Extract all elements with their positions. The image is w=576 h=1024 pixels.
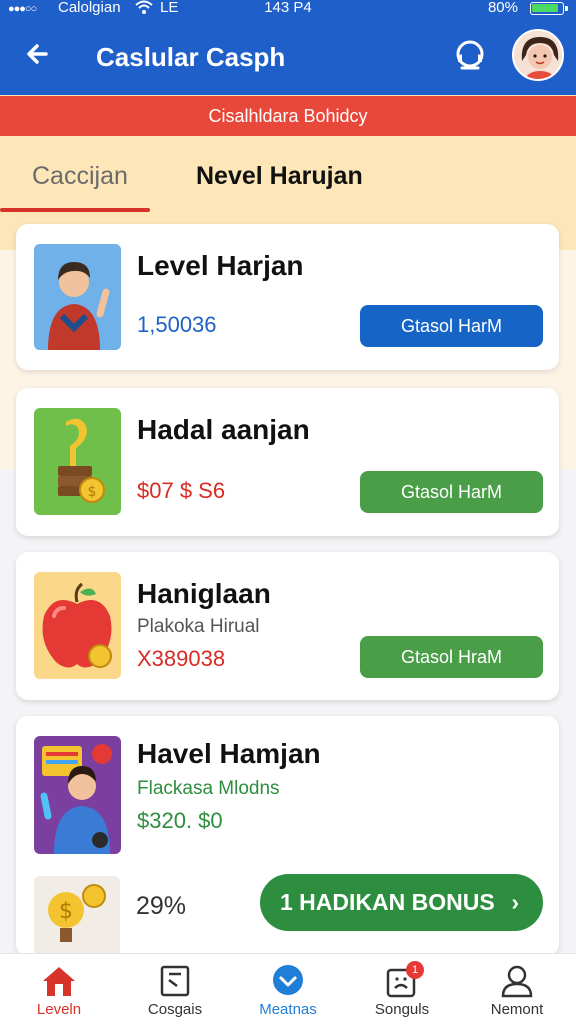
bonus-button-label: 1 HADIKAN BONUS <box>280 889 495 915</box>
card-title: Hadal aanjan <box>137 414 310 445</box>
battery-percent: 80% <box>487 0 518 16</box>
chat-icon <box>273 965 303 995</box>
card-value: $07 $ S6 <box>137 478 226 503</box>
promo-banner[interactable]: Cisalhldara Bohidcy <box>0 96 576 136</box>
page-title: Caslular Casph <box>96 42 286 72</box>
svg-text:$: $ <box>59 899 73 924</box>
card-value: X389038 <box>137 646 226 671</box>
nav-item-notifications[interactable]: 1 Songuls <box>354 954 450 1024</box>
list-item[interactable]: Level Harjan 1,50036 Gtasol HarM <box>16 224 559 370</box>
list-item[interactable]: $ Hadal aanjan $07 $ S6 Gtasol HarM <box>16 388 559 536</box>
bonus-percent: 29% <box>136 892 187 920</box>
nav-label: Cosgais <box>147 1001 203 1018</box>
chevron-right-icon: › <box>511 889 519 915</box>
tab-second[interactable]: Nevel Harujan <box>196 162 363 202</box>
app-header: ●●●○○ Calolgian LE 143 P4 80% Caslular C… <box>0 0 576 95</box>
nav-item-chat[interactable]: Meatnas <box>240 954 336 1024</box>
back-arrow-icon <box>27 44 48 64</box>
card-title: Level Harjan <box>137 250 304 281</box>
lightbulb-coin-icon: $ <box>34 876 120 956</box>
card-subtitle: Plakoka Hirual <box>137 616 260 637</box>
claim-button[interactable]: Gtasol HraM <box>360 636 543 678</box>
card-value: 1,50036 <box>137 312 217 337</box>
book-icon <box>160 965 190 997</box>
apple-thumbnail-icon <box>34 572 121 679</box>
list-item[interactable]: Haniglaan Plakoka Hirual X389038 Gtasol … <box>16 552 559 700</box>
notification-badge: 1 <box>406 961 424 979</box>
battery-icon <box>530 2 568 15</box>
claim-button[interactable]: Gtasol HarM <box>360 471 543 513</box>
nav-label: Nemont <box>490 1001 544 1018</box>
nav-label: Meatnas <box>259 1001 317 1018</box>
nav-item-profile[interactable]: Nemont <box>469 954 565 1024</box>
bonus-button[interactable]: 1 HADIKAN BONUS › <box>260 874 543 931</box>
avatar[interactable] <box>512 29 564 81</box>
card-title: Haniglaan <box>137 578 271 609</box>
tab-bar: Caccijan Nevel Harujan <box>0 140 576 216</box>
active-tab-indicator <box>0 208 150 212</box>
person-thumbnail-icon <box>34 736 121 854</box>
claim-button[interactable]: Gtasol HarM <box>360 305 543 347</box>
home-icon <box>43 967 75 996</box>
person-thumbnail-icon <box>34 244 121 350</box>
card-title: Havel Hamjan <box>137 738 321 769</box>
status-bar: ●●●○○ Calolgian LE 143 P4 80% <box>0 0 576 18</box>
nav-label: Leveln <box>36 1001 82 1018</box>
bottom-nav: Leveln Cosgais Meatnas 1 Songuls Nemont <box>0 953 576 1024</box>
coin-stack-thumbnail-icon: $ <box>34 408 121 515</box>
user-avatar-icon <box>514 31 562 79</box>
nav-item-home[interactable]: Leveln <box>11 954 107 1024</box>
tab-first[interactable]: Caccijan <box>32 162 128 202</box>
back-button[interactable] <box>22 36 58 72</box>
nav-label: Songuls <box>374 1001 430 1018</box>
card-value: $320. $0 <box>137 808 223 833</box>
support-button[interactable] <box>452 38 488 74</box>
nav-item-book[interactable]: Cosgais <box>127 954 223 1024</box>
headset-icon <box>456 40 484 70</box>
svg-text:$: $ <box>88 484 97 500</box>
profile-icon <box>501 965 533 998</box>
card-subtitle: Flackasa Mlodns <box>137 778 280 799</box>
